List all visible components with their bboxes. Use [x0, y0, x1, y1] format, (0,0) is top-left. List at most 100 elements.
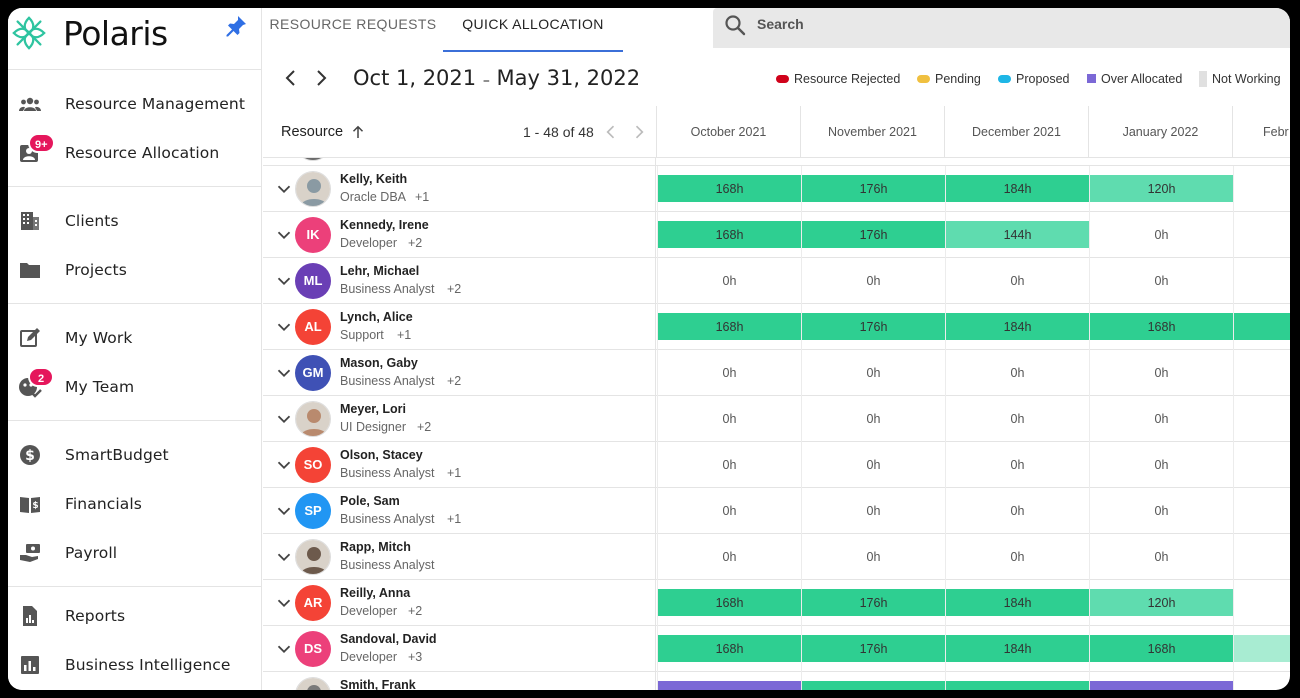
allocation-cell[interactable]: 0h	[1089, 350, 1233, 396]
resource-extra-roles[interactable]: +1	[397, 328, 411, 342]
allocation-cell[interactable]	[1233, 396, 1290, 442]
resource-extra-roles[interactable]: +1	[447, 512, 461, 526]
pin-icon[interactable]	[224, 14, 248, 38]
resource-name[interactable]: Smith, Frank	[340, 678, 416, 690]
allocation-cell[interactable]	[1233, 258, 1290, 304]
table-row[interactable]: DS Sandoval, David Developer +3 168h 176…	[263, 626, 1290, 672]
sidebar-item-reports[interactable]: Reports	[8, 593, 262, 639]
previous-period-button[interactable]	[279, 66, 303, 90]
allocation-cell[interactable]: 0h	[657, 534, 801, 580]
table-row[interactable]: Kelly, Keith Oracle DBA +1 168h 176h 184…	[263, 166, 1290, 212]
allocation-cell[interactable]	[1233, 304, 1290, 350]
allocation-cell[interactable]: 176h	[801, 166, 945, 212]
allocation-cell[interactable]: 184h	[945, 166, 1089, 212]
allocation-cell[interactable]: 120h	[1089, 580, 1233, 626]
resource-extra-roles[interactable]: +1	[415, 190, 429, 204]
allocation-cell[interactable]: 0h	[801, 350, 945, 396]
previous-page-button[interactable]	[601, 122, 621, 142]
sidebar-item-business-intelligence[interactable]: Business Intelligence	[8, 642, 262, 688]
allocation-cell[interactable]	[1089, 672, 1233, 690]
sidebar-item-my-work[interactable]: My Work	[8, 315, 262, 361]
allocation-cell[interactable]: 0h	[945, 258, 1089, 304]
allocation-cell[interactable]: 0h	[657, 350, 801, 396]
allocation-cell[interactable]: 0h	[801, 396, 945, 442]
allocation-cell[interactable]	[1233, 534, 1290, 580]
allocation-cell[interactable]	[945, 672, 1089, 690]
resource-extra-roles[interactable]: +2	[408, 236, 422, 250]
allocation-cell[interactable]: 0h	[801, 534, 945, 580]
allocation-cell[interactable]: 0h	[1089, 212, 1233, 258]
sidebar-item-resource-management[interactable]: Resource Management	[8, 81, 262, 127]
allocation-cell[interactable]: 0h	[657, 258, 801, 304]
allocation-cell[interactable]	[1233, 580, 1290, 626]
resource-extra-roles[interactable]: +2	[447, 374, 461, 388]
resource-name[interactable]: Meyer, Lori	[340, 402, 406, 416]
allocation-cell[interactable]: 0h	[801, 488, 945, 534]
allocation-cell[interactable]: 0h	[1089, 488, 1233, 534]
resource-name[interactable]: Kennedy, Irene	[340, 218, 429, 232]
table-row[interactable]: GM Mason, Gaby Business Analyst +2 0h 0h…	[263, 350, 1290, 396]
resource-name[interactable]: Pole, Sam	[340, 494, 400, 508]
resource-name[interactable]: Kelly, Keith	[340, 172, 407, 186]
allocation-cell[interactable]: 0h	[945, 534, 1089, 580]
resource-name[interactable]: Lehr, Michael	[340, 264, 419, 278]
resource-extra-roles[interactable]: +2	[447, 282, 461, 296]
table-row[interactable]: AR Reilly, Anna Developer +2 168h 176h 1…	[263, 580, 1290, 626]
table-row[interactable]: SP Pole, Sam Business Analyst +1 0h 0h 0…	[263, 488, 1290, 534]
resource-column-header[interactable]: Resource	[281, 124, 343, 140]
allocation-cell[interactable]: 0h	[657, 488, 801, 534]
chevron-down-icon[interactable]	[273, 638, 295, 660]
search-icon[interactable]	[723, 13, 747, 37]
chevron-down-icon[interactable]	[273, 178, 295, 200]
table-row[interactable]: Meyer, Lori UI Designer +2 0h 0h 0h 0h	[263, 396, 1290, 442]
table-row[interactable]: AL Lynch, Alice Support +1 168h 176h 184…	[263, 304, 1290, 350]
allocation-cell[interactable]	[1233, 488, 1290, 534]
allocation-cell[interactable]: 0h	[657, 442, 801, 488]
allocation-cell[interactable]: 0h	[657, 396, 801, 442]
allocation-cell[interactable]: 168h	[657, 166, 801, 212]
allocation-cell[interactable]	[801, 672, 945, 690]
resource-extra-roles[interactable]: +2	[417, 420, 431, 434]
allocation-cell[interactable]: 0h	[945, 442, 1089, 488]
allocation-cell[interactable]: 0h	[1089, 396, 1233, 442]
chevron-down-icon[interactable]	[273, 408, 295, 430]
sidebar-item-projects[interactable]: Projects	[8, 247, 262, 293]
allocation-cell[interactable]	[1233, 442, 1290, 488]
allocation-cell[interactable]: 184h	[945, 304, 1089, 350]
resource-name[interactable]: Mason, Gaby	[340, 356, 418, 370]
sidebar-item-smartbudget[interactable]: $ SmartBudget	[8, 432, 262, 478]
allocation-cell[interactable]: 176h	[801, 580, 945, 626]
resource-extra-roles[interactable]: +2	[408, 604, 422, 618]
allocation-cell[interactable]: 168h	[1089, 304, 1233, 350]
allocation-cell[interactable]: 168h	[657, 626, 801, 672]
sidebar-item-resource-allocation[interactable]: Resource Allocation 9+	[8, 130, 262, 176]
allocation-cell[interactable]: 176h	[801, 212, 945, 258]
allocation-cell[interactable]: 168h	[657, 212, 801, 258]
chevron-down-icon[interactable]	[273, 546, 295, 568]
allocation-cell[interactable]: 144h	[945, 212, 1089, 258]
allocation-cell[interactable]: 0h	[945, 350, 1089, 396]
tab-quick-allocation[interactable]: QUICK ALLOCATION	[443, 8, 623, 52]
allocation-cell[interactable]	[1233, 350, 1290, 396]
search-input[interactable]	[757, 13, 1157, 35]
allocation-cell[interactable]: 0h	[1089, 534, 1233, 580]
table-row[interactable]: Rapp, Mitch Business Analyst 0h 0h 0h 0h	[263, 534, 1290, 580]
allocation-cell[interactable]: 0h	[1089, 258, 1233, 304]
allocation-cell[interactable]: 176h	[801, 626, 945, 672]
chevron-down-icon[interactable]	[273, 592, 295, 614]
resource-name[interactable]: Lynch, Alice	[340, 310, 413, 324]
chevron-down-icon[interactable]	[273, 270, 295, 292]
sidebar-item-my-team[interactable]: My Team 2	[8, 364, 262, 410]
chevron-down-icon[interactable]	[273, 362, 295, 384]
sort-ascending-icon[interactable]	[349, 123, 367, 141]
allocation-cell[interactable]	[1233, 212, 1290, 258]
sidebar-item-clients[interactable]: Clients	[8, 198, 262, 244]
allocation-cell[interactable]: 168h	[1089, 626, 1233, 672]
allocation-cell[interactable]: 120h	[1089, 166, 1233, 212]
allocation-cell[interactable]	[657, 672, 801, 690]
table-row[interactable]: SO Olson, Stacey Business Analyst +1 0h …	[263, 442, 1290, 488]
resource-extra-roles[interactable]: +3	[408, 650, 422, 664]
resource-name[interactable]: Olson, Stacey	[340, 448, 423, 462]
allocation-cell[interactable]: 184h	[945, 626, 1089, 672]
allocation-cell[interactable]	[1233, 626, 1290, 672]
